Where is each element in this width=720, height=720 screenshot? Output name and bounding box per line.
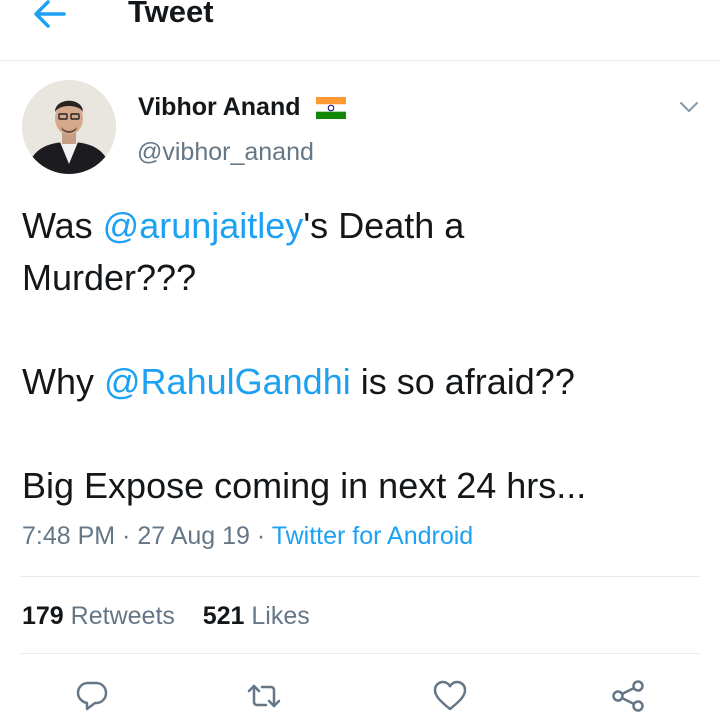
tweet-stats: 179 Retweets 521 Likes xyxy=(22,600,310,632)
separator: · xyxy=(249,522,272,550)
back-button[interactable] xyxy=(30,0,70,32)
retweets-label: Retweets xyxy=(70,602,175,630)
tweet-text-segment: Why xyxy=(22,361,105,402)
tweet-source-link[interactable]: Twitter for Android xyxy=(272,522,473,550)
likes-count: 521 xyxy=(202,602,245,630)
tweet-menu-button[interactable] xyxy=(678,96,700,118)
page-title: Tweet xyxy=(128,0,214,29)
tweet-text-segment: Was xyxy=(22,205,103,246)
tweet-meta: 7:48 PM · 27 Aug 19 · Twitter for Androi… xyxy=(22,520,473,552)
share-icon xyxy=(612,680,644,712)
likes-label: Likes xyxy=(251,602,310,630)
tweet-date: 27 Aug 19 xyxy=(137,522,250,550)
retweet-icon xyxy=(247,684,281,708)
author-name[interactable]: Vibhor Anand xyxy=(138,92,301,122)
like-icon xyxy=(433,680,467,711)
divider xyxy=(20,653,700,654)
india-flag-icon xyxy=(316,97,346,119)
avatar[interactable] xyxy=(22,80,116,174)
mention-link[interactable]: @RahulGandhi xyxy=(104,361,351,402)
top-bar: Tweet xyxy=(0,0,720,61)
likes-stat[interactable]: 521 Likes xyxy=(203,602,310,630)
retweets-count: 179 xyxy=(22,602,64,630)
tweet-text: Was @arunjaitley's Death a Murder??? Why… xyxy=(22,200,702,512)
arrow-left-icon xyxy=(34,0,66,28)
reply-button[interactable] xyxy=(74,678,110,714)
reply-icon xyxy=(76,681,108,711)
divider xyxy=(20,576,700,577)
chevron-down-icon xyxy=(680,102,698,112)
tweet-text-segment: is so afraid?? xyxy=(350,361,575,402)
separator: · xyxy=(115,522,138,550)
retweets-stat[interactable]: 179 Retweets xyxy=(22,602,175,630)
tweet-text-line: Big Expose coming in next 24 hrs... xyxy=(22,465,587,506)
share-button[interactable] xyxy=(610,678,646,714)
tweet-text-segment: 's Death a xyxy=(303,205,465,246)
tweet-time: 7:48 PM xyxy=(22,522,116,550)
author-handle[interactable]: @vibhor_anand xyxy=(137,137,314,167)
tweet-text-line: Murder??? xyxy=(22,257,197,298)
mention-link[interactable]: @arunjaitley xyxy=(103,205,304,246)
like-button[interactable] xyxy=(432,678,468,714)
retweet-button[interactable] xyxy=(246,678,282,714)
